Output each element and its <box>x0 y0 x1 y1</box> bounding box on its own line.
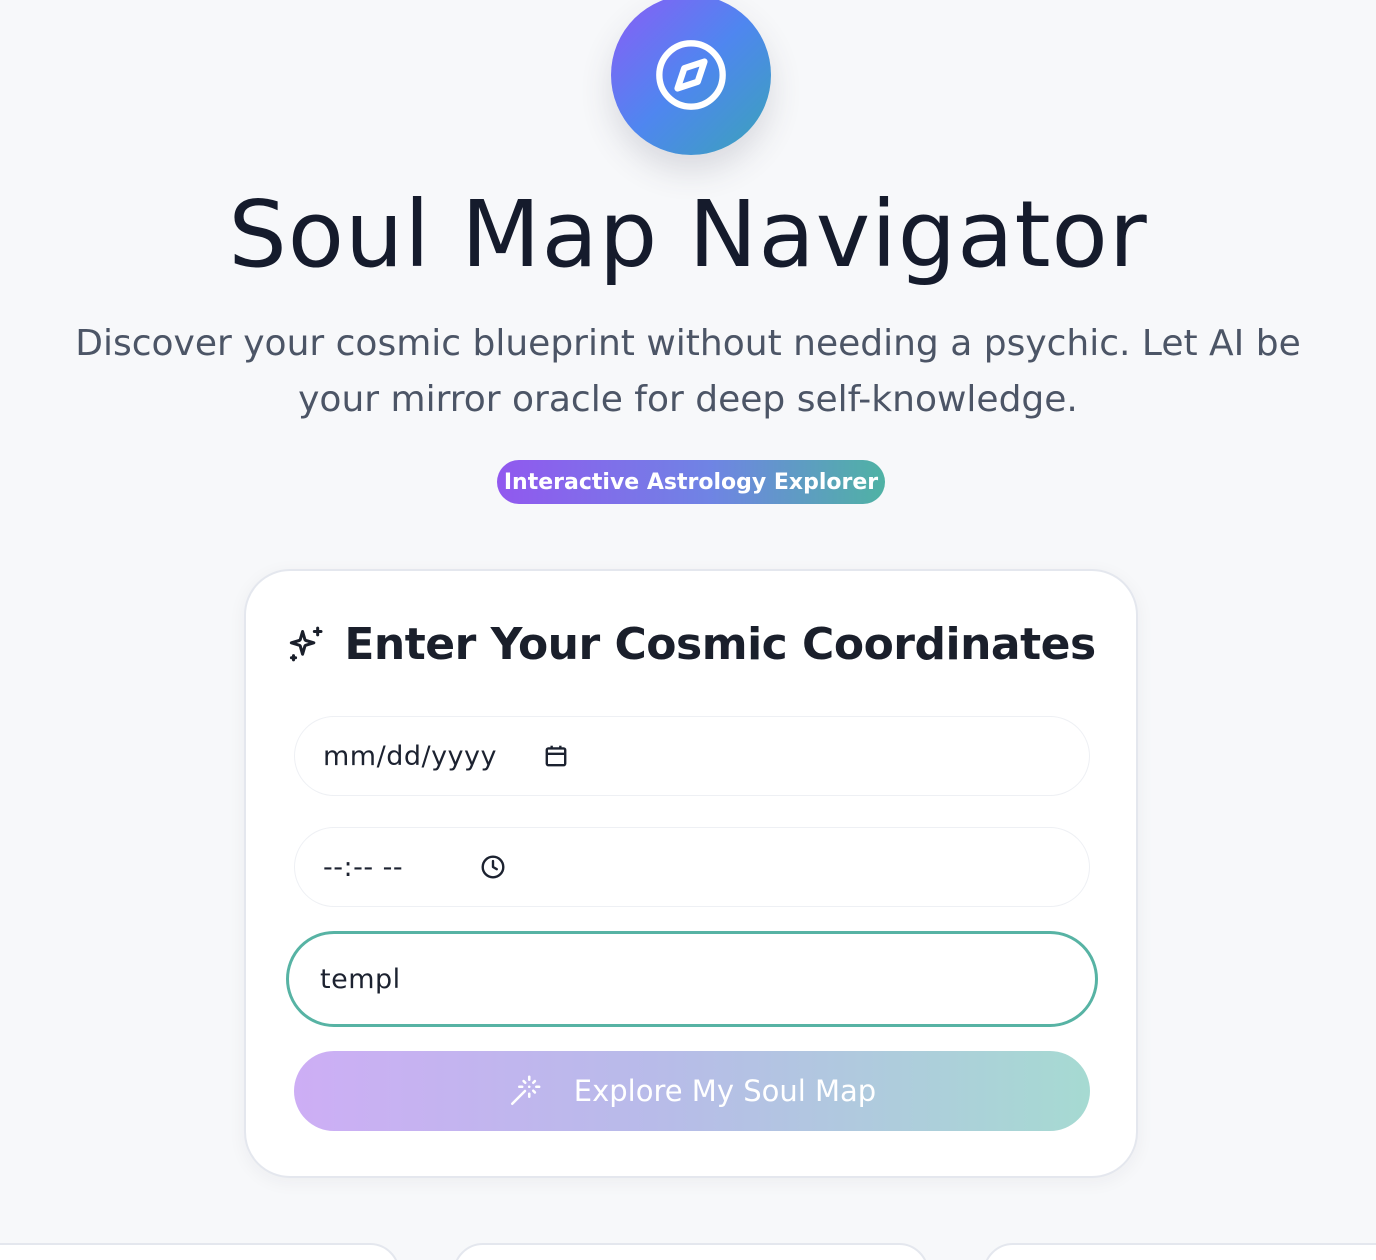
date-placeholder: mm/dd/yyyy <box>323 740 497 772</box>
form-title: Enter Your Cosmic Coordinates <box>344 618 1096 670</box>
feature-badge: Interactive Astrology Explorer <box>497 460 885 504</box>
coordinates-form-card: Enter Your Cosmic Coordinates mm/dd/yyyy… <box>244 569 1138 1178</box>
feature-card-1 <box>0 1243 400 1260</box>
logo-badge <box>611 0 771 155</box>
place-value: templ <box>320 963 401 995</box>
form-header: Enter Your Cosmic Coordinates <box>246 609 1136 679</box>
birth-date-input[interactable]: mm/dd/yyyy <box>294 716 1090 796</box>
time-placeholder: --:-- -- <box>323 851 404 883</box>
magic-wand-icon <box>508 1074 542 1108</box>
page-subtitle: Discover your cosmic blueprint without n… <box>75 323 1301 420</box>
explore-button-label: Explore My Soul Map <box>573 1074 877 1108</box>
explore-soul-map-button[interactable]: Explore My Soul Map <box>294 1051 1090 1131</box>
page: Soul Map Navigator Discover your cosmic … <box>0 0 1376 1260</box>
calendar-icon[interactable] <box>543 743 569 769</box>
sparkles-icon <box>286 624 326 664</box>
page-title: Soul Map Navigator <box>228 181 1148 288</box>
birth-time-input[interactable]: --:-- -- <box>294 827 1090 907</box>
birth-place-input[interactable]: templ <box>286 931 1098 1027</box>
compass-icon <box>653 37 729 113</box>
feature-card-2 <box>453 1243 929 1260</box>
clock-icon[interactable] <box>480 854 506 880</box>
feature-card-3 <box>983 1243 1376 1260</box>
